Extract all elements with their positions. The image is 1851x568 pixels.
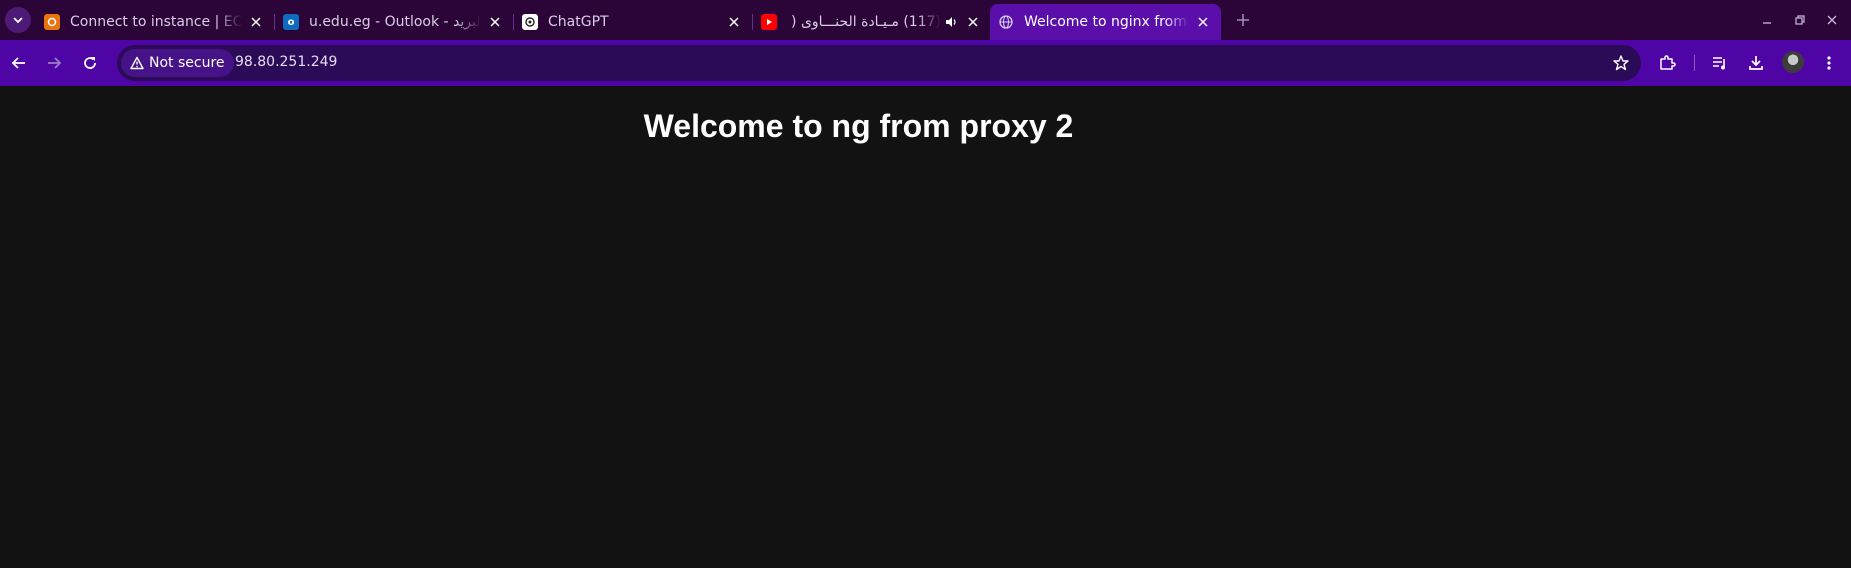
plus-icon: [1237, 14, 1249, 26]
tab-strip: Connect to instance | EC2 o u.edu.eg - O…: [0, 0, 1851, 40]
youtube-icon: [761, 14, 777, 30]
page-heading: Welcome to ng from proxy 2: [643, 108, 1074, 144]
tab-nginx[interactable]: Welcome to nginx from proxy: [990, 4, 1221, 40]
menu-button[interactable]: [1817, 51, 1841, 75]
tab-chatgpt[interactable]: ChatGPT: [514, 4, 753, 40]
puzzle-icon: [1660, 55, 1676, 70]
arrow-left-icon: [11, 57, 25, 69]
reload-icon: [84, 57, 96, 69]
tab-title: (117) مـيـادة الحنـــاوى (: [791, 14, 941, 30]
download-icon: [1749, 56, 1763, 70]
downloads-button[interactable]: [1744, 51, 1768, 75]
forward-button[interactable]: [42, 51, 66, 75]
outlook-icon: o: [283, 14, 299, 30]
close-icon[interactable]: [487, 14, 503, 30]
globe-icon: [998, 14, 1014, 30]
toolbar-divider: [1694, 55, 1695, 71]
window-close-button[interactable]: [1822, 10, 1842, 30]
media-controls-button[interactable]: [1708, 51, 1732, 75]
kebab-menu-icon: [1827, 56, 1831, 70]
tab-title: u.edu.eg - Outlook - البريد: [309, 14, 481, 30]
close-icon[interactable]: [726, 14, 742, 30]
security-indicator[interactable]: Not secure: [121, 49, 234, 77]
browser-toolbar: Not secure 98.80.251.249: [0, 40, 1851, 86]
tab-youtube[interactable]: (117) مـيـادة الحنـــاوى (: [753, 4, 991, 40]
minimize-button[interactable]: [1757, 10, 1777, 30]
bookmark-star-button[interactable]: [1611, 53, 1631, 73]
security-label: Not secure: [149, 55, 225, 71]
tab-ec2[interactable]: Connect to instance | EC2: [36, 4, 275, 40]
url-text[interactable]: 98.80.251.249: [235, 54, 337, 70]
aws-icon: [44, 14, 60, 30]
close-icon[interactable]: [965, 14, 981, 30]
playlist-icon: [1713, 57, 1725, 70]
tab-search-button[interactable]: [5, 7, 31, 33]
arrow-right-icon: [48, 57, 62, 69]
tab-title: Connect to instance | EC2: [70, 14, 242, 30]
warning-icon: [130, 56, 144, 70]
speaker-icon[interactable]: [943, 14, 959, 30]
tab-title: Welcome to nginx from proxy: [1024, 14, 1189, 30]
profile-avatar[interactable]: [1782, 51, 1804, 73]
close-icon[interactable]: [248, 14, 264, 30]
chevron-down-icon: [13, 17, 23, 24]
restore-button[interactable]: [1790, 10, 1810, 30]
reload-button[interactable]: [78, 51, 102, 75]
tab-outlook[interactable]: o u.edu.eg - Outlook - البريد: [275, 4, 514, 40]
minimize-icon: [1763, 22, 1771, 24]
new-tab-button[interactable]: [1231, 8, 1255, 32]
star-icon: [1613, 55, 1629, 71]
address-bar[interactable]: Not secure 98.80.251.249: [117, 45, 1641, 81]
chatgpt-icon: [522, 14, 538, 30]
extensions-button[interactable]: [1655, 51, 1679, 75]
tab-title: ChatGPT: [548, 14, 609, 30]
close-icon: [1827, 15, 1837, 25]
back-button[interactable]: [7, 51, 31, 75]
close-icon[interactable]: [1195, 14, 1211, 30]
restore-icon: [1795, 15, 1805, 25]
